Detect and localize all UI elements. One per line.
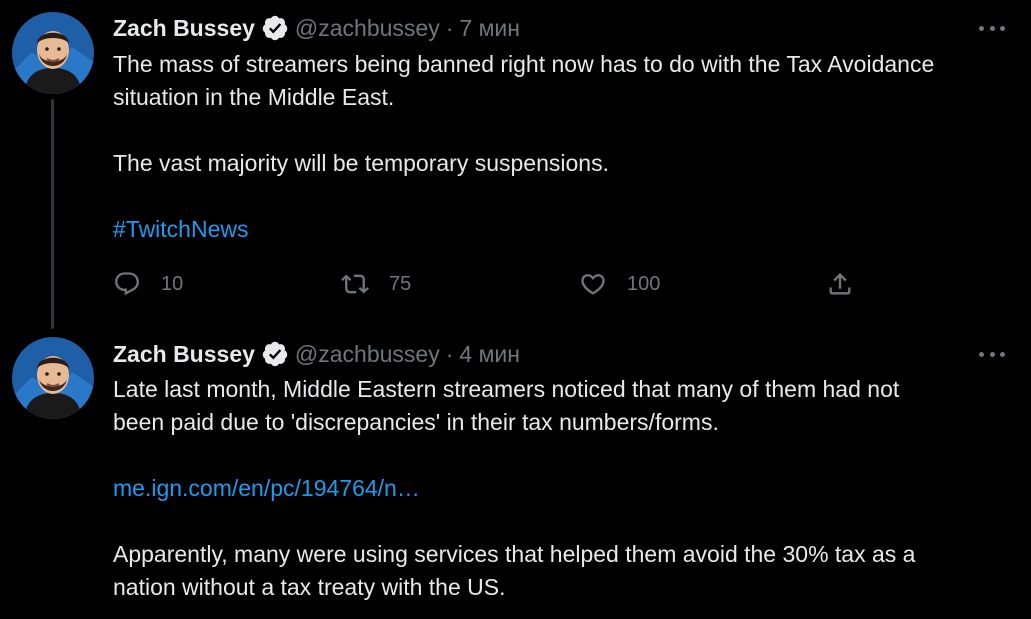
author-handle[interactable]: @zachbussey [295,15,440,42]
separator-dot: · [445,340,454,367]
tweet-text-line: Late last month, Middle Eastern streamer… [113,376,900,402]
like-count: 100 [627,272,661,295]
tweet-text: Late last month, Middle Eastern streamer… [113,373,1013,604]
retweet-button[interactable]: 75 [341,266,411,302]
author-name[interactable]: Zach Bussey [113,341,255,368]
share-upload-icon [829,273,851,295]
tweet[interactable]: Zach Bussey @zachbussey · 4 мин Late las… [0,322,1031,619]
tweet-header: Zach Bussey @zachbussey · 7 мин [113,13,520,43]
thread-connector-line [51,99,54,329]
reply-button[interactable]: 10 [113,266,183,302]
verified-badge-icon [262,15,288,41]
tweet-text-line: been paid due to 'discrepancies' in thei… [113,409,719,435]
retweet-count: 75 [389,272,412,295]
timestamp[interactable]: 4 мин [459,341,520,368]
verified-badge-icon [262,341,288,367]
more-horizontal-icon[interactable] [979,18,1005,38]
tweet-text-line: The mass of streamers being banned right… [113,51,935,77]
author-name[interactable]: Zach Bussey [113,15,255,42]
more-horizontal-icon[interactable] [979,344,1005,364]
external-link[interactable]: me.ign.com/en/pc/194764/n… [113,475,420,501]
share-button[interactable] [826,266,854,302]
heart-icon [581,274,605,295]
avatar[interactable] [12,12,94,94]
hashtag-link[interactable]: #TwitchNews [113,216,248,242]
tweet-actions: 10 75 100 [113,266,873,302]
tweet-text-line: nation without a tax treaty with the US. [113,574,506,600]
tweet-text-line: Apparently, many were using services tha… [113,541,916,567]
reply-bubble-icon [115,272,139,296]
avatar[interactable] [12,337,94,419]
retweet-arrows-icon [341,274,369,294]
tweet[interactable]: Zach Bussey @zachbussey · 7 мин The mass… [0,0,1031,329]
timestamp[interactable]: 7 мин [459,15,520,42]
tweet-feed: Zach Bussey @zachbussey · 7 мин The mass… [0,0,1031,619]
tweet-text: The mass of streamers being banned right… [113,48,1013,246]
like-button[interactable]: 100 [579,266,660,302]
separator-dot: · [445,14,454,41]
tweet-text-line: situation in the Middle East. [113,84,395,110]
reply-count: 10 [161,272,184,295]
author-handle[interactable]: @zachbussey [295,341,440,368]
tweet-header: Zach Bussey @zachbussey · 4 мин [113,339,520,369]
tweet-text-line: The vast majority will be temporary susp… [113,150,609,176]
